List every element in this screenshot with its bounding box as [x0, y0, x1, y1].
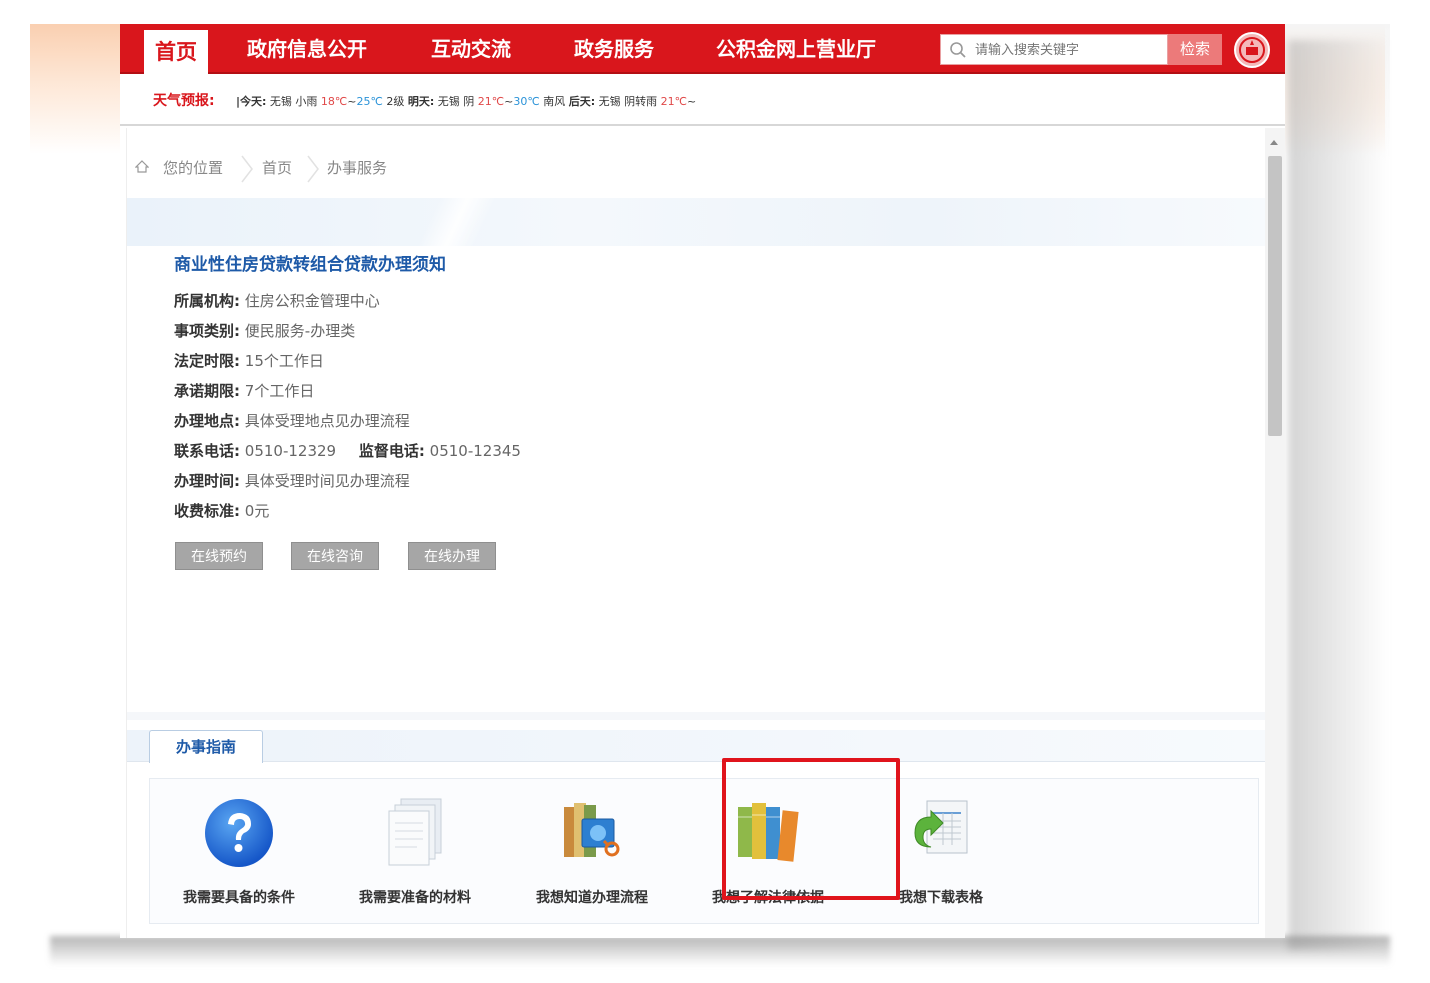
weather-tomorrow-desc: 无锡 阴 — [437, 95, 475, 108]
weather-after-desc: 无锡 阴转雨 — [598, 95, 658, 108]
breadcrumb-service[interactable]: 办事服务 — [327, 157, 387, 178]
top-nav: 首页 政府信息公开 互动交流 政务服务 公积金网上营业厅 检索 — [120, 24, 1285, 74]
highlight-box — [722, 758, 900, 900]
nav-item-gov-info[interactable]: 政府信息公开 — [247, 34, 367, 64]
weather-today-high: 25℃ — [356, 95, 383, 108]
info-row-category: 事项类别: 便民服务-办理类 — [174, 320, 355, 344]
weather-after-sep: ~ — [686, 95, 697, 108]
online-handle-button[interactable]: 在线办理 — [408, 542, 496, 570]
info-value: 15个工作日 — [244, 352, 324, 370]
scrollbar[interactable] — [1265, 128, 1285, 938]
info-value: 0元 — [244, 502, 270, 520]
nav-item-gov-service[interactable]: 政务服务 — [574, 34, 654, 64]
weather-forecast: |今天: 无锡 小雨 18℃~25℃ 2级 明天: 无锡 阴 21℃~30℃ 南… — [236, 93, 696, 109]
info-row-phone: 联系电话: 0510-12329 监督电话: 0510-12345 — [174, 440, 521, 464]
search-button[interactable]: 检索 — [1168, 34, 1222, 65]
search-icon — [950, 42, 966, 58]
weather-today-sep: ~ — [347, 95, 357, 108]
main-content: 您的位置 首页 办事服务 商业性住房贷款转组合贷款办理须知 所属机构: 住房公积… — [126, 128, 1265, 938]
breadcrumb-separator-icon — [307, 155, 319, 183]
info-value-supervise: 0510-12345 — [429, 442, 521, 460]
weather-today-label: |今天: — [236, 95, 267, 108]
weather-today-wind: 2级 — [386, 95, 405, 108]
weather-after-label: 后天: — [568, 95, 596, 108]
info-value: 具体受理地点见办理流程 — [244, 412, 410, 430]
info-row-legal-limit: 法定时限: 15个工作日 — [174, 350, 324, 374]
download-form-icon — [914, 800, 968, 854]
info-label: 事项类别: — [174, 322, 240, 340]
info-label: 承诺期限: — [174, 382, 240, 400]
weather-title: 天气预报: — [153, 93, 215, 109]
window-shadow-bottom — [50, 936, 1390, 966]
info-label: 办理地点: — [174, 412, 240, 430]
info-label: 收费标准: — [174, 502, 240, 520]
info-row-agency: 所属机构: 住房公积金管理中心 — [174, 290, 380, 314]
browser-window: 首页 政府信息公开 互动交流 政务服务 公积金网上营业厅 检索 天气预报: |今… — [120, 24, 1285, 938]
info-row-hours: 办理时间: 具体受理时间见办理流程 — [174, 470, 410, 494]
search-box — [940, 34, 1168, 65]
info-label: 法定时限: — [174, 352, 240, 370]
page-title: 商业性住房贷款转组合贷款办理须知 — [174, 255, 446, 275]
weather-tomorrow-wind: 南风 — [543, 95, 566, 108]
title-banner — [127, 198, 1265, 246]
scroll-thumb[interactable] — [1268, 156, 1282, 436]
nav-item-interaction[interactable]: 互动交流 — [431, 34, 511, 64]
guide-tab-strip: 办事指南 — [127, 730, 1265, 763]
info-label: 所属机构: — [174, 292, 240, 310]
national-emblem-icon — [1234, 32, 1270, 68]
weather-tomorrow-label: 明天: — [407, 95, 435, 108]
scroll-up-arrow-icon[interactable] — [1270, 140, 1278, 145]
weather-tomorrow-high: 30℃ — [513, 95, 540, 108]
guide-panel: 我需要具备的条件 我需要准备的材料 我想知道办理流程 我想了解法律依据 我想下载… — [149, 778, 1259, 924]
weather-today-desc: 无锡 小雨 — [269, 95, 318, 108]
online-consult-button[interactable]: 在线咨询 — [291, 542, 379, 570]
search-input[interactable] — [975, 39, 1165, 61]
breadcrumb-prefix: 您的位置 — [163, 159, 224, 177]
guide-item-process[interactable]: 我想知道办理流程 — [507, 779, 677, 925]
info-row-promise-limit: 承诺期限: 7个工作日 — [174, 380, 314, 404]
info-label: 办理时间: — [174, 472, 240, 490]
guide-item-materials[interactable]: 我需要准备的材料 — [330, 779, 500, 925]
nav-home[interactable]: 首页 — [144, 30, 208, 74]
info-row-location: 办理地点: 具体受理地点见办理流程 — [174, 410, 410, 434]
info-value: 便民服务-办理类 — [244, 322, 356, 340]
info-value: 7个工作日 — [244, 382, 315, 400]
info-value: 住房公积金管理中心 — [244, 292, 380, 310]
weather-tomorrow-low: 21℃ — [477, 95, 505, 108]
weather-bar: 天气预报: |今天: 无锡 小雨 18℃~25℃ 2级 明天: 无锡 阴 21℃… — [120, 76, 1285, 126]
nav-item-fund-hall[interactable]: 公积金网上营业厅 — [716, 34, 876, 64]
question-icon — [205, 799, 273, 867]
breadcrumb-separator-icon — [241, 155, 253, 183]
banner-sheen — [327, 198, 587, 246]
home-icon — [135, 160, 149, 173]
info-value: 具体受理时间见办理流程 — [244, 472, 410, 490]
info-row-fee: 收费标准: 0元 — [174, 500, 269, 524]
weather-tomorrow-sep: ~ — [504, 95, 514, 108]
breadcrumb-home[interactable]: 首页 — [262, 157, 292, 178]
guide-item-label: 我需要准备的材料 — [359, 890, 471, 906]
tab-guide[interactable]: 办事指南 — [149, 730, 263, 763]
section-divider — [127, 712, 1265, 720]
online-booking-button[interactable]: 在线预约 — [175, 542, 263, 570]
info-label: 联系电话: — [174, 442, 240, 460]
guide-item-conditions[interactable]: 我需要具备的条件 — [154, 779, 324, 925]
document-icon — [388, 798, 442, 866]
weather-after-low: 21℃ — [660, 95, 687, 108]
window-shadow-right — [1288, 40, 1388, 950]
guide-item-label: 我需要具备的条件 — [183, 890, 295, 906]
info-value: 0510-12329 — [244, 442, 337, 460]
weather-today-low: 18℃ — [320, 95, 348, 108]
guide-item-label: 我想知道办理流程 — [536, 890, 648, 906]
process-books-icon — [564, 803, 620, 857]
info-label-supervise: 监督电话: — [358, 442, 425, 460]
